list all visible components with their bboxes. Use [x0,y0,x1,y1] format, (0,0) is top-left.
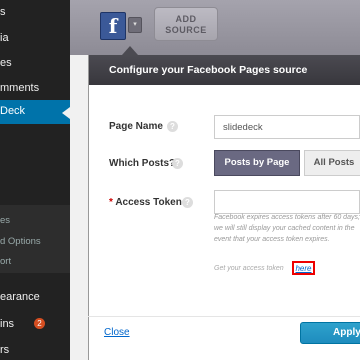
required-marker: * [109,197,113,208]
admin-sidebar: s ia es mments Deck es d Options ort ear… [0,0,70,360]
access-token-label: * Access Token [109,197,182,208]
modal-title: Configure your Facebook Pages source [109,64,308,76]
help-icon[interactable]: ? [172,158,183,169]
access-token-field[interactable] [214,190,360,214]
add-source-button[interactable]: ADD SOURCE [154,7,218,41]
get-token-here-link[interactable]: here [292,261,315,275]
which-posts-label: Which Posts? [109,158,176,169]
access-token-label-text: Access Token [115,197,182,208]
facebook-icon[interactable]: f [100,12,126,40]
sidebar-item-plugins[interactable]: ins [0,318,14,330]
source-bar: f ▾ ADD SOURCE [70,0,360,55]
page-name-field[interactable]: slidedeck [214,115,360,139]
sidebar-item-pages[interactable]: es [0,57,12,69]
active-pointer-icon [62,107,70,119]
sidebar-item-slidedeck[interactable]: Deck [0,105,25,117]
page-name-label: Page Name [109,121,163,132]
apply-button[interactable]: Apply [300,322,360,344]
all-posts-button[interactable]: All Posts [304,150,360,176]
modal-footer-divider [88,316,360,317]
posts-by-page-button[interactable]: Posts by Page [214,150,300,176]
sidebar-item-users[interactable]: rs [0,344,9,356]
help-icon[interactable]: ? [182,197,193,208]
modal-notch [122,46,138,55]
sidebar-subitem-support[interactable]: ort [0,256,11,267]
plugins-update-badge: 2 [34,318,45,329]
sidebar-subitem-slidedecks[interactable]: es [0,215,10,226]
add-source-label-line2: SOURCE [165,25,207,35]
sidebar-item-posts[interactable]: s [0,6,6,18]
add-source-label-line1: ADD [175,14,197,24]
sidebar-item-media[interactable]: ia [0,32,9,44]
sidebar-item-comments[interactable]: mments [0,82,39,94]
close-link[interactable]: Close [104,327,130,338]
modal-header: Configure your Facebook Pages source [89,46,360,85]
sidebar-subitem-advanced-options[interactable]: d Options [0,236,41,247]
get-token-text: Get your access token [214,265,284,272]
token-expiry-note: Facebook expires access tokens after 60 … [214,214,360,243]
sidebar-item-appearance[interactable]: earance [0,291,40,303]
chevron-down-icon[interactable]: ▾ [128,17,142,33]
help-icon[interactable]: ? [167,121,178,132]
